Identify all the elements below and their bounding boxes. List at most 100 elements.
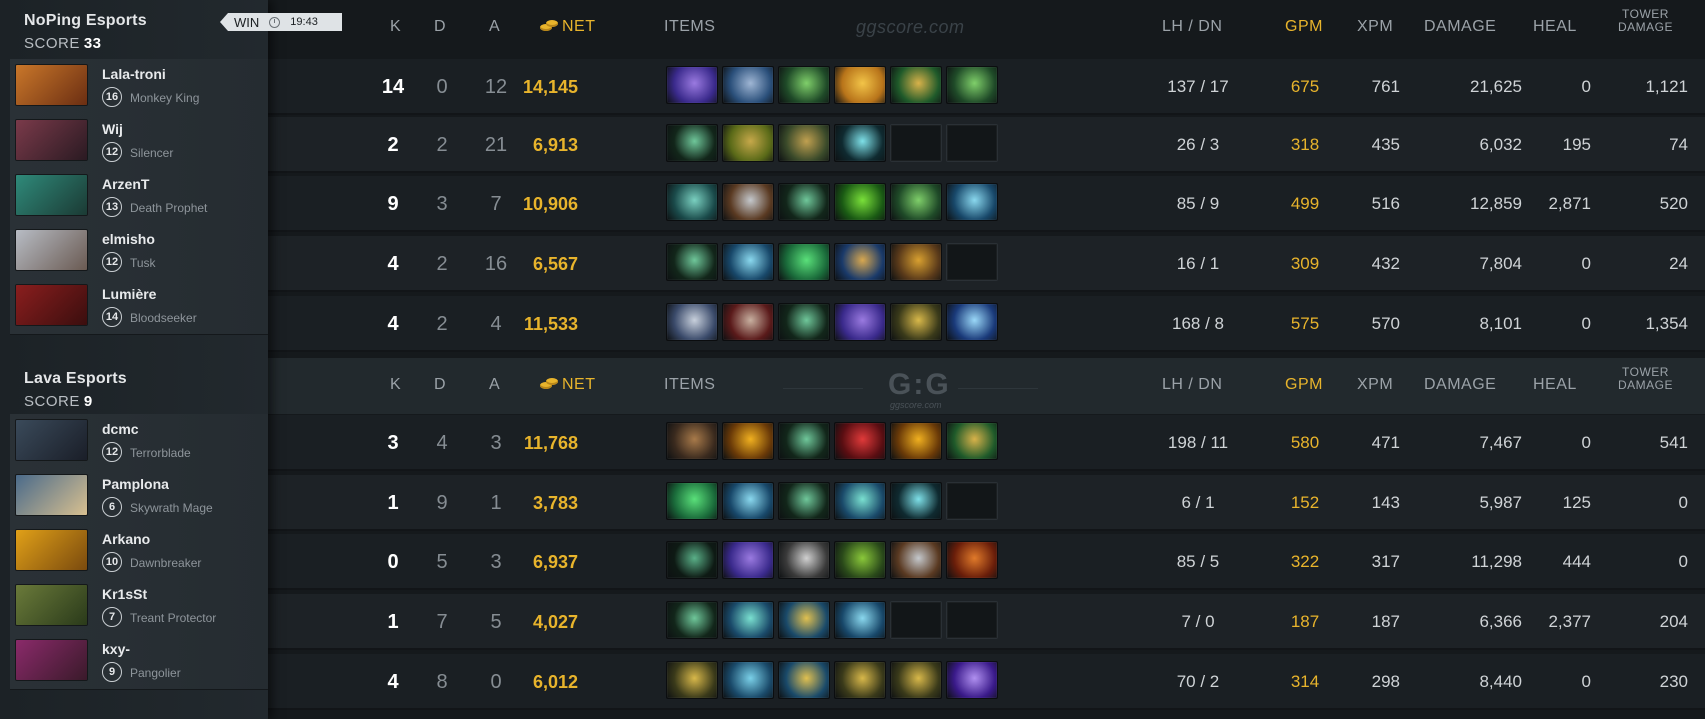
item-icon[interactable] [946, 422, 998, 460]
player-name[interactable]: elmisho [102, 231, 155, 247]
header-gpm[interactable]: GPM [1285, 376, 1323, 394]
header-xpm[interactable]: XPM [1357, 376, 1393, 394]
item-icon[interactable] [722, 243, 774, 281]
item-icon[interactable] [778, 661, 830, 699]
item-icon[interactable] [834, 541, 886, 579]
player-name[interactable]: Arkano [102, 531, 150, 547]
item-icon[interactable] [722, 422, 774, 460]
item-icon[interactable] [946, 66, 998, 104]
team-panel: NoPing Esports SCORE 33 Lala-troni 16 Monkey … [0, 0, 268, 719]
player-name[interactable]: Pamplona [102, 476, 169, 492]
item-icon[interactable] [890, 243, 942, 281]
header-net[interactable]: NET [540, 18, 596, 36]
player-card[interactable]: Lala-troni 16 Monkey King [10, 59, 268, 115]
item-icon[interactable] [778, 66, 830, 104]
header-net[interactable]: NET [540, 376, 596, 394]
header-heal[interactable]: HEAL [1533, 376, 1577, 394]
header-a[interactable]: A [489, 18, 500, 36]
header-k[interactable]: K [390, 376, 401, 394]
header-gpm[interactable]: GPM [1285, 18, 1323, 36]
header-tower-damage[interactable]: TOWER DAMAGE [1618, 366, 1673, 392]
item-icon[interactable] [890, 66, 942, 104]
player-card[interactable]: Lumière 14 Bloodseeker [10, 279, 268, 335]
header-tower-damage[interactable]: TOWER DAMAGE [1618, 8, 1673, 34]
header-damage[interactable]: DAMAGE [1424, 376, 1496, 394]
item-icon[interactable] [778, 601, 830, 639]
header-a[interactable]: A [489, 376, 500, 394]
item-icon[interactable] [778, 183, 830, 221]
item-icon[interactable] [890, 482, 942, 520]
item-icon[interactable] [834, 66, 886, 104]
item-icon[interactable] [834, 303, 886, 341]
item-icon[interactable] [946, 303, 998, 341]
player-name[interactable]: Kr1sSt [102, 586, 147, 602]
player-name[interactable]: Lala-troni [102, 66, 166, 82]
item-icon[interactable] [666, 183, 718, 221]
team-name[interactable]: NoPing Esports [24, 12, 147, 30]
item-icon[interactable] [666, 661, 718, 699]
item-icon[interactable] [834, 661, 886, 699]
item-icon[interactable] [890, 183, 942, 221]
player-name[interactable]: ArzenT [102, 176, 149, 192]
item-icon[interactable] [834, 482, 886, 520]
player-card[interactable]: Pamplona 6 Skywrath Mage [10, 469, 268, 525]
item-icon[interactable] [946, 541, 998, 579]
item-icon[interactable] [834, 183, 886, 221]
item-icon[interactable] [666, 66, 718, 104]
player-name[interactable]: dcmc [102, 421, 139, 437]
item-icon[interactable] [778, 303, 830, 341]
item-icon[interactable] [834, 601, 886, 639]
player-name[interactable]: Lumière [102, 286, 156, 302]
item-icon[interactable] [722, 66, 774, 104]
item-icon[interactable] [722, 661, 774, 699]
item-icon[interactable] [666, 541, 718, 579]
item-icon[interactable] [778, 541, 830, 579]
header-lhdn[interactable]: LH / DN [1162, 376, 1222, 394]
item-icon[interactable] [778, 482, 830, 520]
header-xpm[interactable]: XPM [1357, 18, 1393, 36]
item-icon[interactable] [834, 124, 886, 162]
header-lhdn[interactable]: LH / DN [1162, 18, 1222, 36]
item-icon[interactable] [890, 541, 942, 579]
item-icon[interactable] [834, 422, 886, 460]
stat-tower-damage: 0 [1678, 493, 1688, 512]
item-icon[interactable] [722, 303, 774, 341]
header-damage[interactable]: DAMAGE [1424, 18, 1496, 36]
player-card[interactable]: Arkano 10 Dawnbreaker [10, 524, 268, 580]
item-icon[interactable] [722, 482, 774, 520]
item-icon[interactable] [890, 422, 942, 460]
item-icon[interactable] [666, 482, 718, 520]
header-items[interactable]: ITEMS [664, 376, 715, 394]
item-icon[interactable] [834, 243, 886, 281]
item-icon[interactable] [722, 601, 774, 639]
header-heal[interactable]: HEAL [1533, 18, 1577, 36]
player-card[interactable]: kxy- 9 Pangolier [10, 634, 268, 690]
player-card[interactable]: dcmc 12 Terrorblade [10, 414, 268, 470]
item-icon[interactable] [722, 541, 774, 579]
item-icon[interactable] [778, 422, 830, 460]
team-name[interactable]: Lava Esports [24, 370, 127, 388]
item-icon[interactable] [890, 661, 942, 699]
item-icon[interactable] [778, 243, 830, 281]
header-d[interactable]: D [434, 18, 446, 36]
player-name[interactable]: kxy- [102, 641, 130, 657]
item-icon[interactable] [666, 243, 718, 281]
header-items[interactable]: ITEMS [664, 18, 715, 36]
item-icon[interactable] [778, 124, 830, 162]
item-icon[interactable] [666, 601, 718, 639]
item-icon[interactable] [946, 661, 998, 699]
item-icon[interactable] [666, 124, 718, 162]
item-icon[interactable] [666, 422, 718, 460]
item-icon[interactable] [722, 183, 774, 221]
item-icon[interactable] [722, 124, 774, 162]
player-name[interactable]: Wij [102, 121, 123, 137]
player-card[interactable]: elmisho 12 Tusk [10, 224, 268, 280]
header-k[interactable]: K [390, 18, 401, 36]
player-card[interactable]: ArzenT 13 Death Prophet [10, 169, 268, 225]
player-card[interactable]: Kr1sSt 7 Treant Protector [10, 579, 268, 635]
header-d[interactable]: D [434, 376, 446, 394]
item-icon[interactable] [890, 303, 942, 341]
item-icon[interactable] [666, 303, 718, 341]
item-icon[interactable] [946, 183, 998, 221]
player-card[interactable]: Wij 12 Silencer [10, 114, 268, 170]
